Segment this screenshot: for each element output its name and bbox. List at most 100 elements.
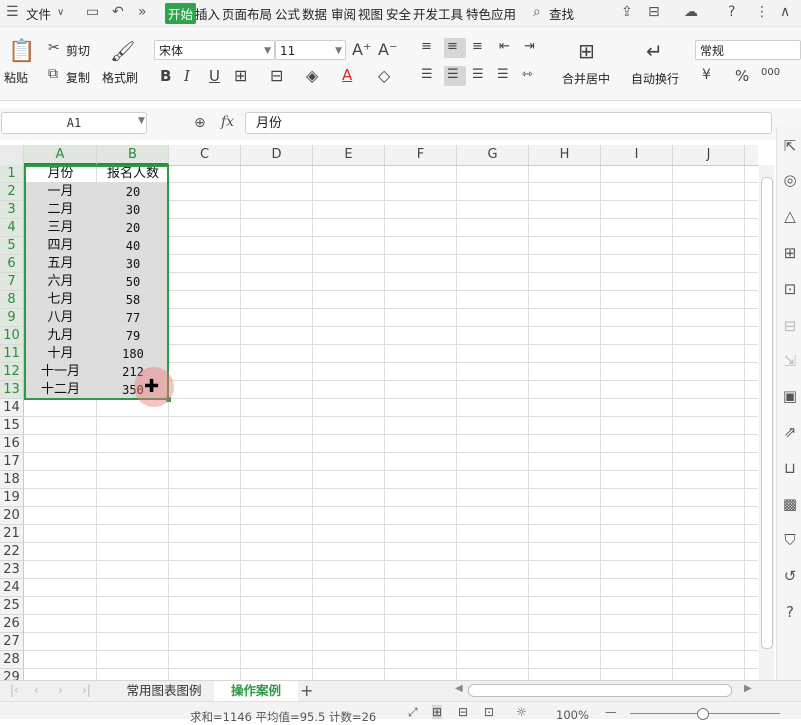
row-header[interactable]: 7 bbox=[0, 273, 24, 291]
table-icon[interactable]: ⊞ bbox=[782, 244, 798, 262]
tab-security[interactable]: 安全 bbox=[386, 4, 411, 23]
prev-sheet-icon[interactable]: ‹ bbox=[34, 683, 39, 697]
fill-color-icon[interactable]: ◈ bbox=[306, 66, 318, 85]
merge-icon[interactable]: ⊞ bbox=[578, 39, 595, 63]
row-header[interactable]: 24 bbox=[0, 579, 24, 597]
format-painter-button[interactable]: 格式刷 bbox=[102, 69, 138, 86]
select-all-corner[interactable] bbox=[0, 145, 24, 165]
next-sheet-icon[interactable]: › bbox=[58, 683, 63, 697]
thousands-button[interactable]: 000 bbox=[761, 67, 780, 78]
help-icon[interactable]: ? bbox=[782, 603, 798, 621]
tab-page-layout[interactable]: 页面布局 bbox=[222, 4, 272, 23]
align-left-icon[interactable]: ☰ bbox=[421, 67, 433, 82]
column-header[interactable]: I bbox=[601, 145, 673, 165]
font-shrink-icon[interactable]: A⁻ bbox=[378, 40, 397, 59]
underline-button[interactable]: U bbox=[209, 67, 220, 85]
menu-file[interactable]: 文件 bbox=[26, 4, 51, 23]
clear-format-icon[interactable]: ◇ bbox=[378, 66, 390, 85]
column-header[interactable]: C bbox=[169, 145, 241, 165]
resize-icon[interactable]: ⇲ bbox=[782, 352, 798, 370]
history-icon[interactable]: ↺ bbox=[782, 567, 798, 585]
font-grow-icon[interactable]: A⁺ bbox=[352, 40, 371, 59]
table-cell[interactable]: 40 bbox=[97, 237, 169, 255]
paste-button[interactable]: 粘贴 bbox=[4, 69, 28, 86]
merge-center-button[interactable]: 合并居中 bbox=[562, 70, 610, 87]
more-options-icon[interactable]: ⋮ bbox=[755, 4, 769, 20]
row-header[interactable]: 28 bbox=[0, 651, 24, 669]
row-header[interactable]: 18 bbox=[0, 471, 24, 489]
column-header[interactable]: H bbox=[529, 145, 601, 165]
tab-home[interactable]: 开始 bbox=[165, 3, 197, 24]
table-cell[interactable]: 20 bbox=[97, 183, 169, 201]
table-cell[interactable]: 七月 bbox=[24, 291, 97, 309]
search-button[interactable]: 查找 bbox=[549, 4, 574, 23]
undo-icon[interactable]: ↶ bbox=[112, 4, 124, 20]
table-cell[interactable]: 九月 bbox=[24, 327, 97, 345]
save-icon[interactable]: ▭ bbox=[86, 4, 99, 20]
table-cell[interactable]: 六月 bbox=[24, 273, 97, 291]
more-icon[interactable]: » bbox=[138, 4, 147, 20]
row-header[interactable]: 14 bbox=[0, 399, 24, 417]
wrap-icon[interactable]: ↵ bbox=[646, 39, 663, 63]
tab-view[interactable]: 视图 bbox=[358, 4, 383, 23]
share-icon[interactable]: ⇪ bbox=[621, 4, 633, 20]
layout-icon[interactable]: ⊟ bbox=[782, 317, 798, 335]
page-break-view-icon[interactable]: ⊡ bbox=[484, 705, 494, 719]
chevron-down-icon[interactable]: ∨ bbox=[57, 7, 64, 18]
font-size-select[interactable]: 11 ▼ bbox=[275, 40, 346, 60]
align-center-icon[interactable]: ☰ bbox=[447, 67, 459, 82]
table-cell[interactable]: 四月 bbox=[24, 237, 97, 255]
export-icon[interactable]: ⇗ bbox=[782, 423, 798, 441]
image-icon[interactable]: ▣ bbox=[782, 387, 798, 405]
row-header[interactable]: 20 bbox=[0, 507, 24, 525]
row-header[interactable]: 21 bbox=[0, 525, 24, 543]
align-middle-icon[interactable]: ≡ bbox=[447, 39, 458, 54]
row-header[interactable]: 15 bbox=[0, 417, 24, 435]
font-name-select[interactable]: 宋体 ▼ bbox=[154, 40, 275, 60]
table-header-cell[interactable]: 报名人数 bbox=[97, 165, 169, 183]
align-right-icon[interactable]: ☰ bbox=[472, 67, 484, 82]
picture-icon[interactable]: ▩ bbox=[782, 495, 798, 513]
vertical-scrollbar[interactable] bbox=[759, 165, 774, 680]
zoom-level[interactable]: 100% bbox=[556, 708, 589, 722]
align-top-icon[interactable]: ≡ bbox=[421, 39, 432, 54]
shield-icon[interactable]: ⛉ bbox=[782, 531, 798, 549]
paste-icon[interactable]: 📋 bbox=[8, 39, 35, 64]
percent-button[interactable]: % bbox=[735, 67, 749, 85]
italic-button[interactable]: I bbox=[184, 67, 190, 85]
zoom-out-icon[interactable]: — bbox=[605, 705, 617, 719]
scroll-left-icon[interactable]: ◀ bbox=[455, 683, 463, 694]
grid-icon[interactable]: ⊡ bbox=[782, 280, 798, 298]
row-header[interactable]: 19 bbox=[0, 489, 24, 507]
normal-view-icon[interactable]: ⊞ bbox=[432, 705, 443, 719]
table-cell[interactable]: 30 bbox=[97, 201, 169, 219]
row-header[interactable]: 12 bbox=[0, 363, 24, 381]
row-header[interactable]: 26 bbox=[0, 615, 24, 633]
tab-review[interactable]: 审阅 bbox=[331, 4, 356, 23]
cloud-icon[interactable]: ☁ bbox=[684, 4, 698, 20]
first-sheet-icon[interactable]: |‹ bbox=[10, 683, 19, 697]
justify-icon[interactable]: ☰ bbox=[497, 67, 509, 82]
table-cell[interactable]: 58 bbox=[97, 291, 169, 309]
table-cell[interactable]: 十月 bbox=[24, 345, 97, 363]
add-sheet-icon[interactable]: + bbox=[300, 681, 313, 700]
table-header-cell[interactable]: 月份 bbox=[24, 165, 97, 183]
row-header[interactable]: 10 bbox=[0, 327, 24, 345]
shapes-icon[interactable]: ◎ bbox=[782, 171, 798, 189]
search-icon[interactable]: ⌕ bbox=[533, 4, 541, 20]
table-cell[interactable]: 五月 bbox=[24, 255, 97, 273]
scroll-thumb[interactable] bbox=[761, 177, 773, 649]
row-header[interactable]: 22 bbox=[0, 543, 24, 561]
row-header[interactable]: 6 bbox=[0, 255, 24, 273]
table-cell[interactable]: 一月 bbox=[24, 183, 97, 201]
table-cell[interactable]: 十一月 bbox=[24, 363, 97, 381]
cut-button[interactable]: 剪切 bbox=[66, 42, 90, 59]
tab-developer[interactable]: 开发工具 bbox=[413, 4, 463, 23]
table-cell[interactable]: 30 bbox=[97, 255, 169, 273]
row-header[interactable]: 16 bbox=[0, 435, 24, 453]
tab-data[interactable]: 数据 bbox=[302, 4, 327, 23]
row-header[interactable]: 23 bbox=[0, 561, 24, 579]
font-color-button[interactable]: A bbox=[342, 66, 352, 84]
cell-style-icon[interactable]: ⊟ bbox=[270, 66, 283, 85]
collapse-icon[interactable]: ∧ bbox=[780, 4, 790, 20]
